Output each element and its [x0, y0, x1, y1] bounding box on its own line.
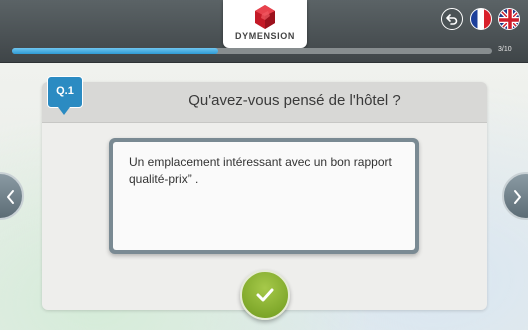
next-button[interactable] — [502, 172, 528, 220]
validate-button[interactable] — [240, 270, 290, 320]
chevron-right-icon — [514, 190, 521, 204]
top-bar: DYMENSION 3/10 — [0, 0, 528, 63]
brand-name: DYMENSION — [235, 31, 295, 41]
answer-text[interactable]: Un emplacement intéressant avec un bon r… — [113, 142, 415, 250]
french-flag-icon[interactable] — [470, 8, 492, 30]
uk-flag-icon[interactable] — [498, 8, 520, 30]
back-button[interactable] — [441, 8, 463, 30]
brand-logo: DYMENSION — [223, 0, 307, 48]
chevron-left-icon — [7, 190, 14, 204]
back-arrow-icon — [446, 14, 458, 25]
red-cube-logo-icon — [255, 5, 275, 29]
answer-field[interactable]: Un emplacement intéressant avec un bon r… — [109, 138, 419, 254]
question-header: Qu'avez-vous pensé de l'hôtel ? — [42, 82, 487, 123]
progress-counter: 3/10 — [498, 46, 512, 53]
previous-button[interactable] — [0, 172, 24, 220]
progress-bar — [12, 48, 492, 54]
checkmark-icon — [256, 288, 274, 302]
question-text: Qu'avez-vous pensé de l'hôtel ? — [188, 92, 401, 109]
progress-fill — [12, 48, 219, 54]
question-number-badge: Q.1 — [47, 76, 83, 115]
